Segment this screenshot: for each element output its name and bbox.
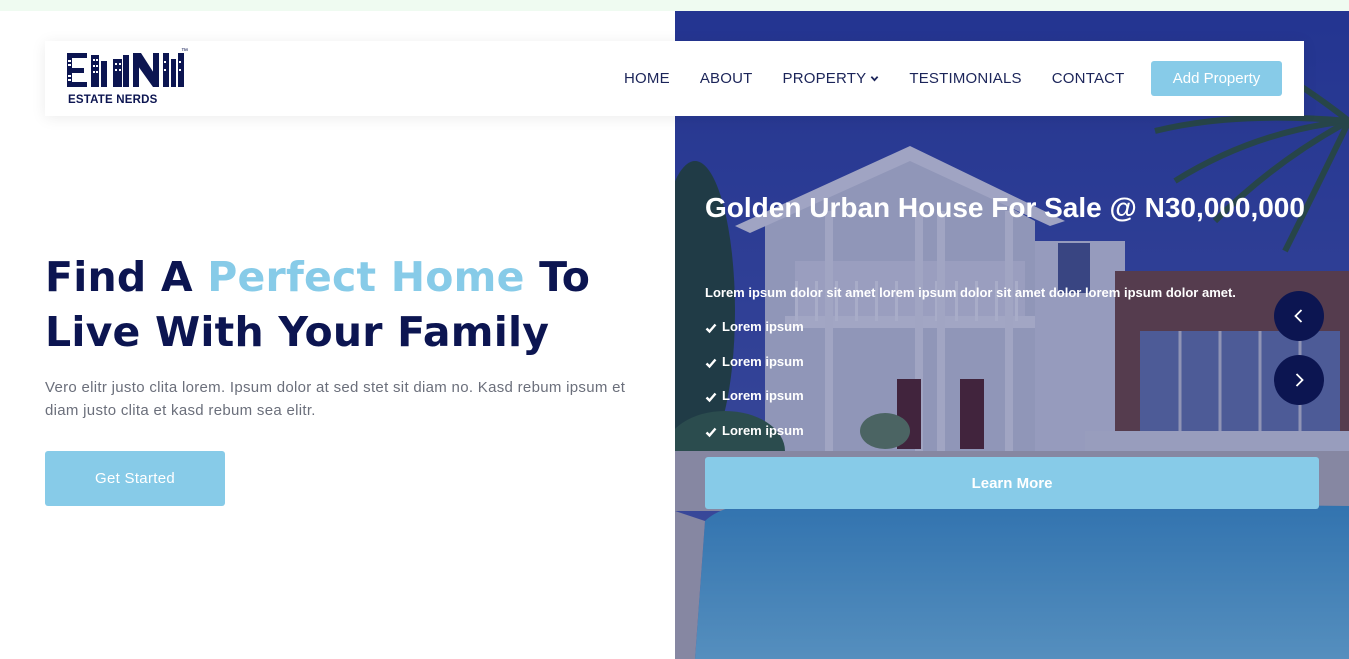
check-icon — [705, 358, 717, 368]
feature-label: Lorem ipsum — [722, 388, 804, 403]
nav-item-testimonials[interactable]: TESTIMONIALS — [909, 70, 1021, 87]
feature-label: Lorem ipsum — [722, 422, 804, 438]
learn-more-button[interactable]: Learn More — [705, 457, 1319, 509]
chevron-right-icon — [1295, 373, 1304, 387]
check-icon — [705, 392, 717, 403]
feature-item: Lorem ipsum — [705, 388, 804, 423]
brand-logo[interactable]: ™ ESTATE NERDS — [67, 48, 188, 107]
nav-item-contact[interactable]: CONTACT — [1052, 70, 1125, 87]
nav-item-property[interactable]: PROPERTY — [783, 70, 880, 87]
feature-item: Lorem ipsum — [705, 319, 804, 354]
check-icon — [705, 323, 717, 334]
carousel-next-button[interactable] — [1274, 355, 1324, 405]
feature-item: Lorem ipsum — [705, 423, 804, 458]
check-icon — [705, 427, 717, 437]
navbar: ™ ESTATE NERDS HOME ABOUT PROPERTY TESTI… — [45, 41, 1304, 116]
get-started-button[interactable]: Get Started — [45, 451, 225, 506]
chevron-down-icon — [871, 76, 879, 82]
logo-mark-icon — [67, 53, 184, 87]
carousel-prev-button[interactable] — [1274, 291, 1324, 341]
hero-headline-accent: Perfect Home — [207, 253, 525, 301]
feature-label: Lorem ipsum — [722, 353, 804, 369]
brand-name: ESTATE NERDS — [68, 94, 158, 106]
trademark: ™ — [181, 48, 188, 55]
hero-description: Vero elitr justo clita lorem. Ipsum dolo… — [45, 379, 626, 419]
nav-item-property-label: PROPERTY — [782, 70, 867, 87]
hero-headline-part1: Find A — [45, 253, 208, 301]
slide-description: Lorem ipsum dolor sit amet lorem ipsum d… — [705, 285, 1236, 300]
nav-item-about[interactable]: ABOUT — [700, 70, 753, 87]
feature-item: Lorem ipsum — [705, 354, 804, 389]
top-strip — [0, 0, 1349, 11]
hero-headline: Find A Perfect Home To Live With Your Fa… — [45, 250, 645, 360]
nav-links: HOME ABOUT PROPERTY TESTIMONIALS CONTACT — [624, 41, 1155, 116]
feature-list: Lorem ipsum Lorem ipsum Lorem ipsum Lore… — [705, 319, 804, 457]
chevron-left-icon — [1294, 309, 1303, 323]
feature-label: Lorem ipsum — [722, 319, 804, 334]
add-property-button[interactable]: Add Property — [1151, 61, 1282, 96]
slide-title: Golden Urban House For Sale @ N30,000,00… — [705, 192, 1305, 223]
nav-item-home[interactable]: HOME — [624, 70, 670, 87]
